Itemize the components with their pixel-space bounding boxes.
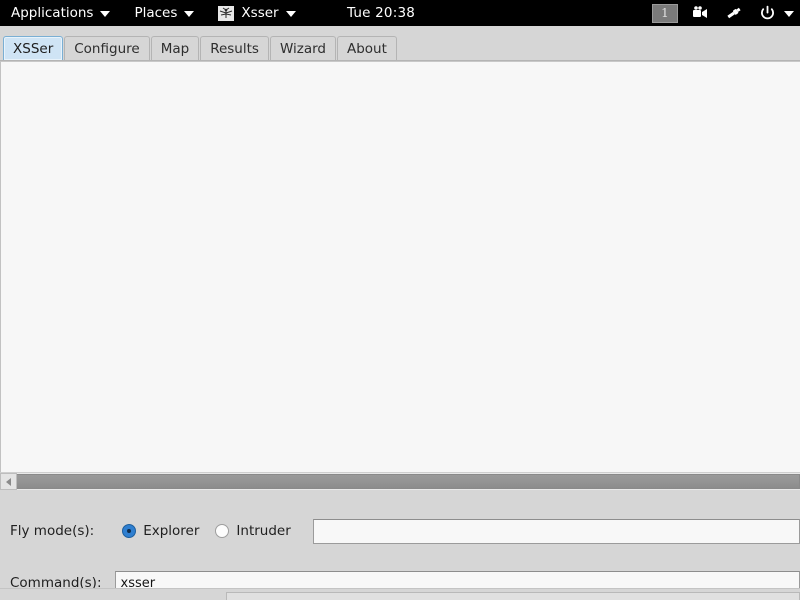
bottom-widget-edge xyxy=(226,592,800,600)
main-content-panel[interactable] xyxy=(0,61,800,472)
chevron-down-icon xyxy=(100,11,111,17)
chevron-down-icon xyxy=(285,11,296,17)
chevron-down-icon xyxy=(184,11,195,17)
radio-explorer-label: Explorer xyxy=(143,523,200,539)
fly-mode-row: Fly mode(s): Explorer Intruder xyxy=(0,514,800,548)
workspace-number: 1 xyxy=(661,6,669,20)
places-menu[interactable]: Places xyxy=(122,0,206,26)
fly-mode-label: Fly mode(s): xyxy=(10,523,95,539)
tab-wizard-label: Wizard xyxy=(279,41,326,57)
fly-mode-radio-group: Explorer Intruder xyxy=(118,521,295,541)
power-icon[interactable] xyxy=(757,3,777,23)
tab-xsser-label: XSSer xyxy=(13,40,54,57)
applications-menu-label: Applications xyxy=(11,5,94,21)
scrollbar-thumb[interactable] xyxy=(17,474,800,489)
xsser-app-menu-label: Xsser xyxy=(241,5,279,21)
bottom-form-area: Fly mode(s): Explorer Intruder Command(s… xyxy=(0,490,800,600)
network-connection-icon[interactable] xyxy=(724,3,744,23)
tab-map-label: Map xyxy=(160,41,190,57)
left-arrow-icon xyxy=(6,477,11,486)
fly-mode-input[interactable] xyxy=(312,518,800,544)
tab-about-label: About xyxy=(346,41,387,57)
xsser-app-menu[interactable]: Xsser xyxy=(206,0,307,26)
tab-configure-label: Configure xyxy=(74,41,140,57)
tab-configure[interactable]: Configure xyxy=(64,36,150,61)
tab-about[interactable]: About xyxy=(336,36,397,61)
applications-menu[interactable]: Applications xyxy=(0,0,122,26)
mosquito-icon xyxy=(218,5,235,21)
tab-wizard[interactable]: Wizard xyxy=(269,36,336,61)
scroll-left-arrow-icon[interactable] xyxy=(0,473,17,490)
radio-intruder-indicator[interactable] xyxy=(215,524,230,538)
tab-xsser[interactable]: XSSer xyxy=(3,36,64,61)
horizontal-scrollbar[interactable] xyxy=(0,472,800,490)
video-camera-icon[interactable] xyxy=(691,3,711,23)
tab-map[interactable]: Map xyxy=(150,36,200,61)
tab-results-label: Results xyxy=(210,41,259,57)
workspace-switcher[interactable]: 1 xyxy=(652,3,678,23)
radio-explorer[interactable]: Explorer xyxy=(118,521,203,541)
radio-intruder[interactable]: Intruder xyxy=(211,521,294,541)
chevron-down-icon[interactable] xyxy=(784,11,794,17)
desktop-top-panel: Applications Places Xsser Tue 20:38 1 xyxy=(0,0,800,26)
tab-bar: XSSer Configure Map Results Wizard About xyxy=(0,26,800,61)
system-tray: 1 xyxy=(652,0,794,26)
places-menu-label: Places xyxy=(134,5,178,21)
tab-results[interactable]: Results xyxy=(200,36,269,61)
radio-intruder-label: Intruder xyxy=(236,523,291,539)
bottom-clipped-widget xyxy=(0,588,800,600)
radio-explorer-indicator[interactable] xyxy=(122,524,137,538)
xsser-application-window: XSSer Configure Map Results Wizard About xyxy=(0,26,800,600)
